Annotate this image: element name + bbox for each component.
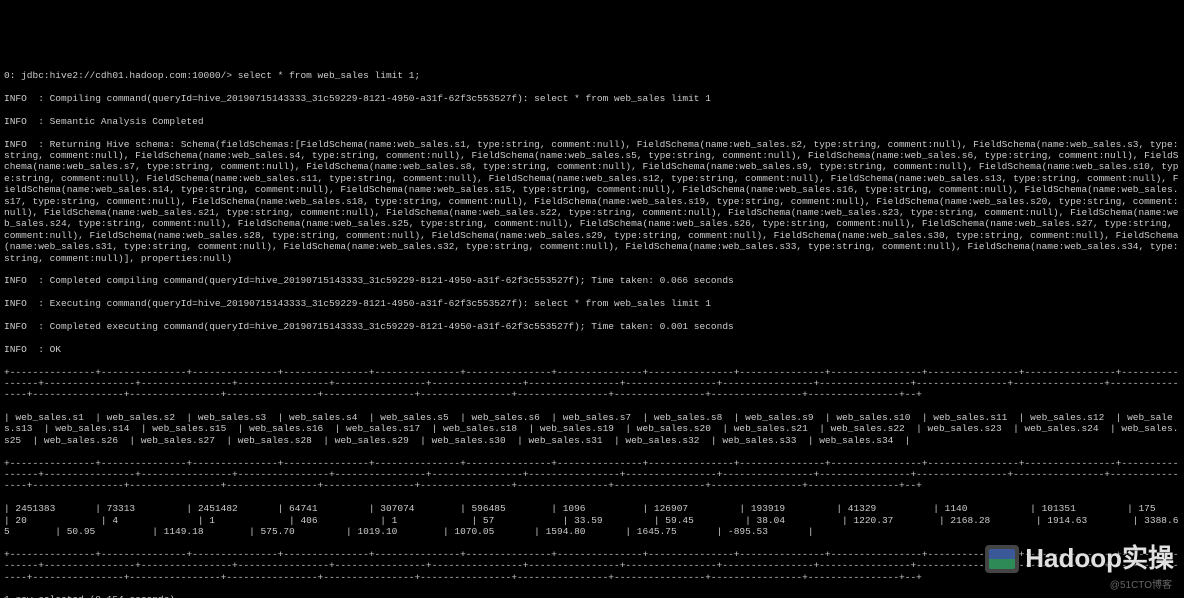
table-row: | 2451383 | 73313 | 2451482 | 64741 | 30… bbox=[4, 503, 1180, 537]
info-line: INFO : Compiling command(queryId=hive_20… bbox=[4, 93, 1180, 104]
wechat-icon bbox=[985, 545, 1019, 573]
watermark: Hadoop实操 bbox=[985, 543, 1174, 574]
info-line: INFO : Semantic Analysis Completed bbox=[4, 116, 1180, 127]
info-line: INFO : Completed executing command(query… bbox=[4, 321, 1180, 332]
prompt-line: 0: jdbc:hive2://cdh01.hadoop.com:10000/>… bbox=[4, 70, 1180, 81]
info-line: INFO : Completed compiling command(query… bbox=[4, 275, 1180, 286]
credit-text: @51CTO博客 bbox=[1110, 580, 1172, 592]
table-separator: +---------------+---------------+-------… bbox=[4, 367, 1180, 401]
rows-selected: 1 row selected (0.154 seconds) bbox=[4, 594, 1180, 598]
watermark-text: Hadoop实操 bbox=[1025, 543, 1174, 574]
table-header: | web_sales.s1 | web_sales.s2 | web_sale… bbox=[4, 412, 1180, 446]
info-schema: INFO : Returning Hive schema: Schema(fie… bbox=[4, 139, 1180, 264]
info-line: INFO : OK bbox=[4, 344, 1180, 355]
info-line: INFO : Executing command(queryId=hive_20… bbox=[4, 298, 1180, 309]
terminal-output[interactable]: 0: jdbc:hive2://cdh01.hadoop.com:10000/>… bbox=[0, 57, 1184, 598]
table-separator: +---------------+---------------+-------… bbox=[4, 458, 1180, 492]
